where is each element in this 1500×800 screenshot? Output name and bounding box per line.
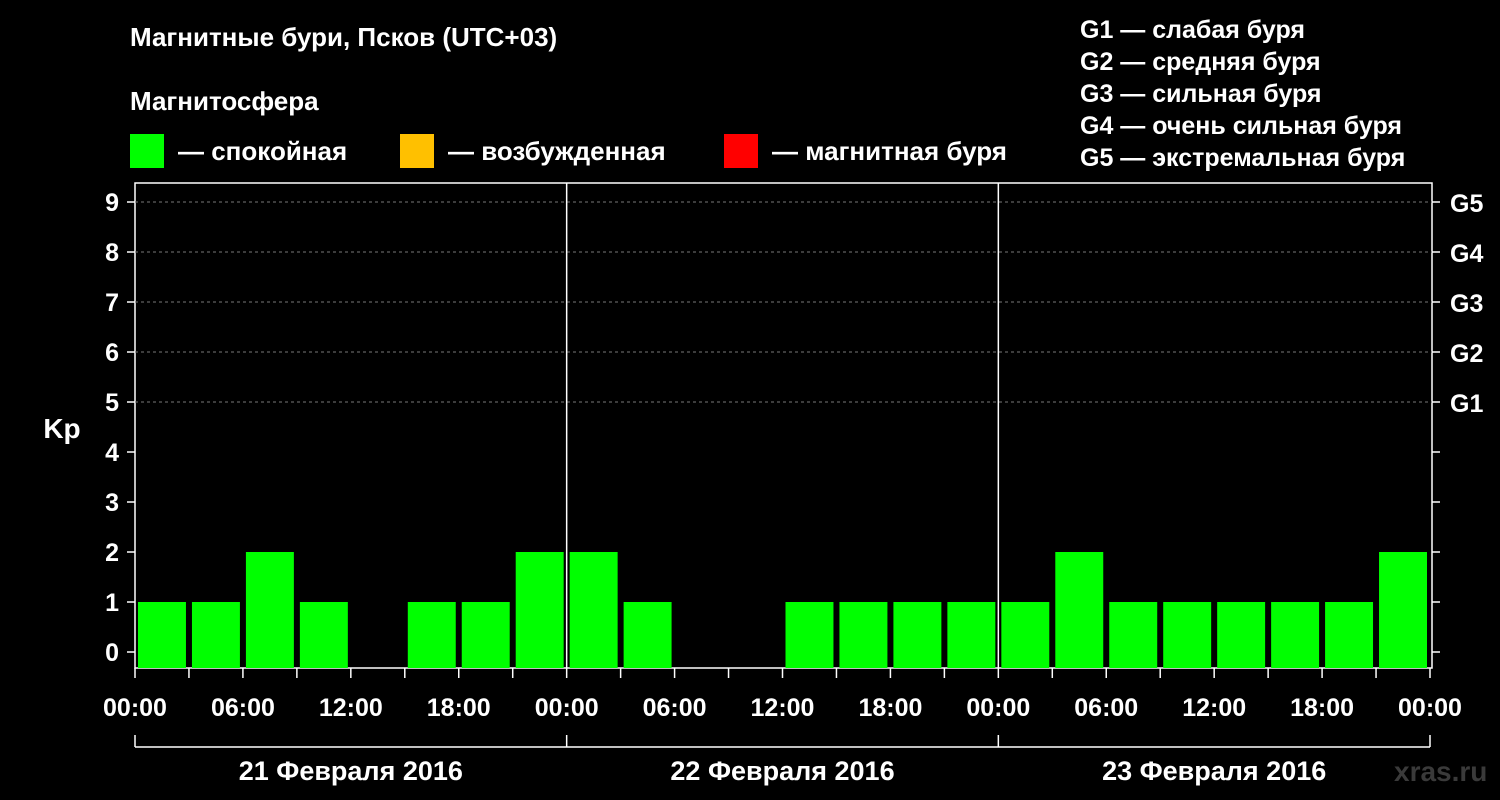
plot-frame <box>134 182 1433 669</box>
y-tick-label: 6 <box>105 339 119 367</box>
kp-bar <box>947 602 996 668</box>
kp-bar <box>893 602 942 668</box>
y-tick-label: 8 <box>105 239 119 267</box>
y-tick-label: 9 <box>105 189 119 217</box>
x-tick-label: 12:00 <box>751 694 815 722</box>
x-tick-label: 18:00 <box>427 694 491 722</box>
y-tick-label: 3 <box>105 489 119 517</box>
kp-bar <box>1379 552 1427 668</box>
x-tick-label: 00:00 <box>535 694 599 722</box>
day-label: 23 Февраля 2016 <box>1102 756 1326 786</box>
day-label: 21 Февраля 2016 <box>239 756 463 786</box>
x-tick-label: 12:00 <box>1182 694 1246 722</box>
kp-bar <box>299 602 348 668</box>
g-level-label: G1 <box>1450 390 1483 418</box>
watermark: xras.ru <box>1394 756 1488 787</box>
kp-bar <box>1109 602 1158 668</box>
x-tick-label: 06:00 <box>211 694 275 722</box>
y-axis-label: Kp <box>43 413 80 444</box>
y-tick-label: 2 <box>105 539 119 567</box>
x-tick-label: 06:00 <box>1074 694 1138 722</box>
kp-bar <box>245 552 294 668</box>
kp-bar <box>1055 552 1104 668</box>
kp-bar <box>1325 602 1374 668</box>
x-tick-label: 00:00 <box>103 694 167 722</box>
g-level-label: G3 <box>1450 290 1483 318</box>
x-tick-label: 00:00 <box>1398 694 1462 722</box>
x-tick-label: 18:00 <box>1290 694 1354 722</box>
kp-bar <box>1163 602 1212 668</box>
g-level-label: G2 <box>1450 340 1483 368</box>
x-tick-label: 00:00 <box>966 694 1030 722</box>
kp-bar <box>407 602 456 668</box>
kp-bar <box>138 602 186 668</box>
kp-bar <box>839 602 888 668</box>
y-tick-label: 7 <box>105 289 119 317</box>
x-tick-label: 06:00 <box>643 694 707 722</box>
x-tick-label: 12:00 <box>319 694 383 722</box>
g-level-label: G5 <box>1450 190 1483 218</box>
kp-bar <box>569 552 618 668</box>
y-tick-label: 4 <box>105 439 119 467</box>
kp-bar <box>785 602 834 668</box>
kp-bar <box>1217 602 1266 668</box>
kp-bar <box>1001 602 1050 668</box>
x-tick-label: 18:00 <box>858 694 922 722</box>
kp-bar <box>515 552 564 668</box>
g-level-label: G4 <box>1450 240 1483 268</box>
kp-bar <box>623 602 672 668</box>
y-tick-label: 0 <box>105 639 119 667</box>
kp-bar <box>1271 602 1320 668</box>
kp-bar <box>461 602 510 668</box>
kp-bar-chart: 0 1 2 3 4 5 6 7 8 9 G1 G2 G3 G4 G5 Kp 00:00 06:00 12:00 18:… <box>43 182 1483 786</box>
y-tick-label: 1 <box>105 589 119 617</box>
kp-bar <box>191 602 240 668</box>
day-label: 22 Февраля 2016 <box>670 756 894 786</box>
y-tick-label: 5 <box>105 389 119 417</box>
